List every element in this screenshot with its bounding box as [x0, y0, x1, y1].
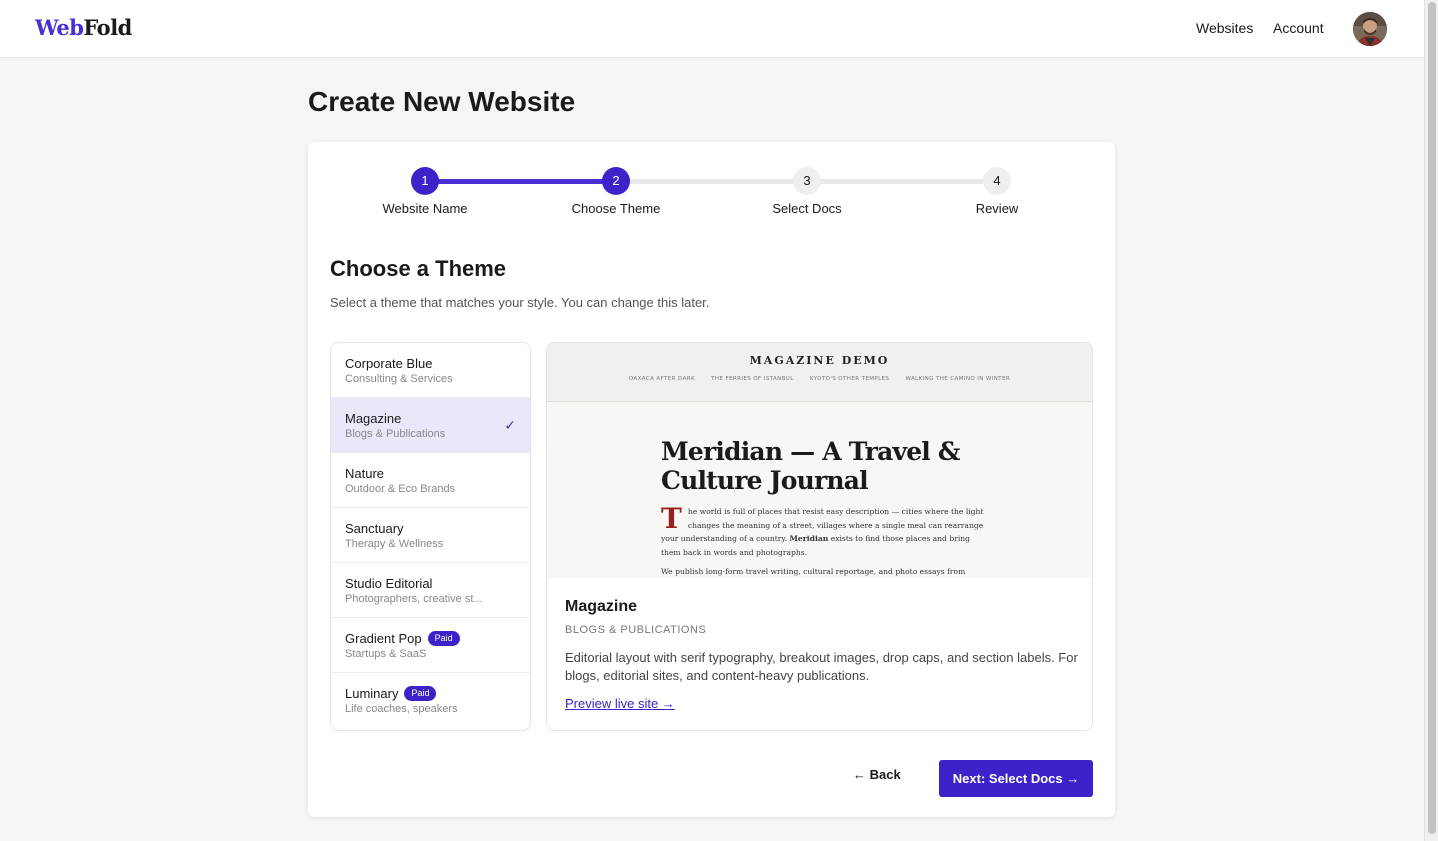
preview-site-nav: OAXACA AFTER DARK THE FERRIES OF ISTANBU…	[547, 376, 1092, 382]
theme-list: Corporate Blue Consulting & Services Mag…	[330, 342, 531, 731]
theme-category: Blogs & Publications	[345, 428, 446, 440]
theme-preview-panel: MAGAZINE DEMO OAXACA AFTER DARK THE FERR…	[546, 342, 1093, 731]
theme-category: Photographers, creative st...	[345, 593, 483, 605]
theme-item-luminary[interactable]: Luminary Paid Life coaches, speakers	[331, 673, 530, 728]
back-button[interactable]: ← Back	[853, 767, 901, 782]
next-select-docs-button[interactable]: Next: Select Docs →	[939, 760, 1093, 797]
theme-item-studio-editorial[interactable]: Studio Editorial Photographers, creative…	[331, 563, 530, 618]
theme-preview-thumbnail: MAGAZINE DEMO OAXACA AFTER DARK THE FERR…	[547, 343, 1092, 578]
stepper-progress-done	[425, 179, 616, 184]
theme-preview-category: BLOGS & PUBLICATIONS	[565, 624, 707, 636]
theme-name: Luminary	[345, 686, 399, 701]
step-4-circle: 4	[983, 167, 1011, 195]
preview-nav-item: WALKING THE CAMINO IN WINTER	[905, 376, 1011, 382]
top-navbar: WebFold Websites Account	[0, 0, 1424, 58]
theme-item-nature[interactable]: Nature Outdoor & Eco Brands	[331, 453, 530, 508]
theme-info: Magazine BLOGS & PUBLICATIONS Editorial …	[565, 598, 1080, 713]
preview-nav-item: OAXACA AFTER DARK	[628, 376, 695, 382]
theme-name: Nature	[345, 466, 385, 481]
preview-live-site-link[interactable]: Preview live site →	[565, 696, 675, 711]
theme-item-gradient-pop[interactable]: Gradient Pop Paid Startups & SaaS	[331, 618, 530, 673]
step-1-label: Website Name	[382, 201, 468, 216]
avatar-image	[1353, 12, 1387, 46]
logo-text-fold: Fold	[83, 15, 132, 40]
wizard-card: 1 2 3 4 Website Name Choose Theme Select…	[308, 142, 1115, 817]
step-4-label: Review	[975, 201, 1019, 216]
preview-body-text-2: We publish long-form travel writing, cul…	[661, 567, 966, 576]
theme-item-sanctuary[interactable]: Sanctuary Therapy & Wellness	[331, 508, 530, 563]
theme-preview-description: Editorial layout with serif typography, …	[565, 650, 1078, 683]
theme-category: Outdoor & Eco Brands	[345, 483, 456, 495]
section-title: Choose a Theme	[330, 256, 507, 281]
nav-account-link[interactable]: Account	[1273, 20, 1324, 36]
page-scrollbar[interactable]	[1424, 0, 1438, 841]
webfold-logo[interactable]: WebFold	[35, 15, 132, 40]
scrollbar-thumb[interactable]	[1428, 2, 1436, 834]
step-3-circle: 3	[793, 167, 821, 195]
preview-nav-item: THE FERRIES OF ISTANBUL	[711, 376, 794, 382]
preview-drop-cap: T	[661, 502, 682, 535]
theme-category: Consulting & Services	[345, 373, 453, 385]
preview-body-text: The world is full of places that resist …	[661, 505, 987, 559]
preview-body-bold: Meridian	[789, 534, 829, 543]
preview-nav-item: KYOTO'S OTHER TEMPLES	[809, 376, 890, 382]
theme-category: Startups & SaaS	[345, 648, 427, 660]
theme-category: Therapy & Wellness	[345, 538, 444, 550]
nav-websites-link[interactable]: Websites	[1196, 20, 1253, 36]
theme-preview-name: Magazine	[565, 598, 638, 615]
theme-name: Sanctuary	[345, 521, 404, 536]
step-1-circle[interactable]: 1	[411, 167, 439, 195]
theme-name: Magazine	[345, 411, 402, 426]
user-avatar[interactable]	[1353, 12, 1387, 46]
theme-name: Gradient Pop	[345, 631, 422, 646]
theme-item-magazine[interactable]: Magazine Blogs & Publications ✓	[331, 398, 530, 453]
section-subtitle: Select a theme that matches your style. …	[330, 295, 710, 310]
theme-name: Studio Editorial	[345, 576, 433, 591]
paid-badge: Paid	[404, 686, 437, 701]
theme-name: Corporate Blue	[345, 356, 433, 371]
checkmark-icon: ✓	[504, 417, 516, 433]
preview-headline: Meridian — A Travel & Culture Journal	[661, 437, 960, 495]
theme-category: Life coaches, speakers	[345, 703, 458, 715]
page-title: Create New Website	[308, 86, 576, 117]
theme-item-corporate-blue[interactable]: Corporate Blue Consulting & Services	[331, 343, 530, 398]
step-2-label: Choose Theme	[571, 201, 661, 216]
logo-text-web: Web	[35, 15, 84, 40]
paid-badge: Paid	[427, 631, 460, 646]
step-2-circle[interactable]: 2	[602, 167, 630, 195]
preview-site-brand: MAGAZINE DEMO	[749, 354, 890, 367]
preview-site-header: MAGAZINE DEMO OAXACA AFTER DARK THE FERR…	[547, 343, 1092, 402]
step-3-label: Select Docs	[772, 201, 842, 216]
